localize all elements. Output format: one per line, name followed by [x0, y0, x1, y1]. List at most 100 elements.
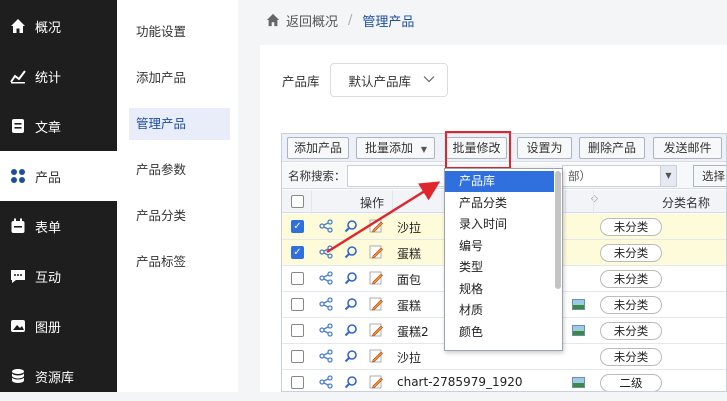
sidebar-item-resources[interactable]: 资源库	[0, 351, 117, 401]
set-as-button[interactable]: 设置为	[517, 137, 572, 159]
row-checkbox[interactable]	[291, 350, 304, 363]
product-name[interactable]: 沙拉	[397, 219, 421, 236]
category-badge: 未分类	[600, 348, 662, 366]
sidebar-item-label: 图册	[35, 320, 62, 336]
article-icon	[10, 118, 26, 134]
share-icon[interactable]	[319, 219, 334, 234]
edit-icon[interactable]	[369, 297, 384, 312]
sidebar-item-forms[interactable]: 表单	[0, 201, 117, 251]
search-icon[interactable]	[344, 323, 359, 338]
breadcrumb-separator: /	[348, 12, 353, 28]
product-name[interactable]: 沙拉	[397, 349, 421, 366]
search-icon[interactable]	[344, 245, 359, 260]
search-scope-select[interactable]: 部） ▼	[562, 165, 677, 187]
share-icon[interactable]	[319, 271, 334, 286]
category-badge: 未分类	[600, 270, 662, 288]
share-icon[interactable]	[319, 349, 334, 364]
edit-icon[interactable]	[369, 271, 384, 286]
product-name[interactable]: chart-2785979_1920	[397, 375, 523, 389]
share-icon[interactable]	[319, 375, 334, 390]
product-name[interactable]: 面包	[397, 271, 421, 288]
dropdown-item[interactable]: 材质	[445, 300, 554, 321]
category-badge: 二级	[600, 374, 662, 391]
table-row[interactable]: chart-2785979_1920 二级	[282, 370, 726, 391]
subnav-item-product-params[interactable]: 产品参数	[129, 154, 230, 186]
delete-product-button[interactable]: 删除产品	[579, 137, 645, 159]
search-icon[interactable]	[344, 219, 359, 234]
select-button[interactable]: 选择	[693, 165, 726, 187]
product-thumbnail[interactable]	[572, 377, 585, 388]
search-icon[interactable]	[344, 297, 359, 312]
search-icon[interactable]	[344, 271, 359, 286]
category-badge: 未分类	[600, 244, 662, 262]
dropdown-item[interactable]: 规格	[445, 279, 554, 300]
dropdown-item[interactable]: 编号	[445, 236, 554, 257]
share-icon[interactable]	[319, 245, 334, 260]
edit-icon[interactable]	[369, 375, 384, 390]
sidebar-item-label: 表单	[35, 220, 62, 236]
category-badge: 未分类	[600, 218, 662, 236]
caret-down-icon: ▼	[660, 166, 676, 186]
row-checkbox[interactable]	[291, 298, 304, 311]
sidebar-item-label: 产品	[35, 170, 62, 186]
subnav-item-add-product[interactable]: 添加产品	[129, 62, 230, 94]
category-badge: 未分类	[600, 296, 662, 314]
sidebar-item-label: 统计	[35, 70, 62, 86]
row-checkbox[interactable]: ✓	[291, 220, 304, 233]
home-icon	[10, 18, 26, 34]
annotation-highlight-box	[445, 131, 511, 169]
sidebar-item-label: 互动	[35, 270, 62, 286]
subnav-item-manage-products[interactable]: 管理产品	[129, 108, 230, 140]
home-icon[interactable]	[266, 13, 280, 27]
share-icon[interactable]	[319, 323, 334, 338]
sidebar-item-interaction[interactable]: 互动	[0, 251, 117, 301]
product-thumbnail[interactable]	[572, 325, 585, 336]
dropdown-item[interactable]: 产品分类	[445, 193, 554, 214]
breadcrumb: 返回概况 / 管理产品	[266, 10, 414, 30]
library-select[interactable]: 默认产品库	[329, 63, 448, 97]
sidebar-item-products[interactable]: 产品	[0, 151, 117, 201]
batch-add-label: 批量添加	[365, 141, 414, 155]
row-checkbox[interactable]	[291, 272, 304, 285]
sidebar-item-stats[interactable]: 统计	[0, 51, 117, 101]
subnav-item-product-categories[interactable]: 产品分类	[129, 200, 230, 232]
edit-icon[interactable]	[369, 219, 384, 234]
main-sidebar: 概况 统计 文章 产品 表单 互动 图册 资源库	[0, 0, 117, 392]
edit-icon[interactable]	[369, 245, 384, 260]
sub-navigation: 功能设置 添加产品 管理产品 产品参数 产品分类 产品标签	[117, 0, 238, 392]
product-name[interactable]: 蛋糕2	[397, 323, 429, 340]
dropdown-item[interactable]: 产品库	[445, 171, 554, 192]
row-checkbox[interactable]	[291, 324, 304, 337]
subnav-item-product-tags[interactable]: 产品标签	[129, 246, 230, 278]
edit-icon[interactable]	[369, 323, 384, 338]
search-icon[interactable]	[344, 375, 359, 390]
caret-down-icon: ▼	[420, 145, 427, 154]
send-mail-button[interactable]: 发送邮件	[653, 137, 722, 159]
edit-icon[interactable]	[369, 349, 384, 364]
share-icon[interactable]	[319, 297, 334, 312]
product-name[interactable]: 蛋糕	[397, 297, 421, 314]
dropdown-item[interactable]: 类型	[445, 257, 554, 278]
search-scope-value: 部）	[568, 169, 591, 183]
sidebar-item-gallery[interactable]: 图册	[0, 301, 117, 351]
batch-add-button[interactable]: 批量添加 ▼	[356, 137, 435, 159]
category-badge: 未分类	[600, 322, 662, 340]
sidebar-item-overview[interactable]: 概况	[0, 1, 117, 51]
sidebar-item-articles[interactable]: 文章	[0, 101, 117, 151]
name-search-input[interactable]	[347, 165, 447, 187]
subnav-item-settings[interactable]: 功能设置	[129, 16, 230, 48]
product-thumbnail[interactable]	[572, 299, 585, 310]
grid-icon	[10, 168, 26, 184]
row-checkbox[interactable]	[291, 376, 304, 389]
select-all-checkbox[interactable]	[291, 195, 304, 208]
dropdown-scrollbar[interactable]	[555, 171, 561, 289]
row-checkbox[interactable]: ✓	[291, 246, 304, 259]
product-name[interactable]: 蛋糕	[397, 245, 421, 262]
search-icon[interactable]	[344, 349, 359, 364]
database-icon	[10, 368, 26, 384]
sidebar-item-label: 资源库	[35, 370, 75, 386]
add-product-button[interactable]: 添加产品	[287, 137, 349, 159]
breadcrumb-back-link[interactable]: 返回概况	[286, 11, 338, 30]
dropdown-item[interactable]: 录入时间	[445, 214, 554, 235]
dropdown-item[interactable]: 颜色	[445, 322, 554, 343]
